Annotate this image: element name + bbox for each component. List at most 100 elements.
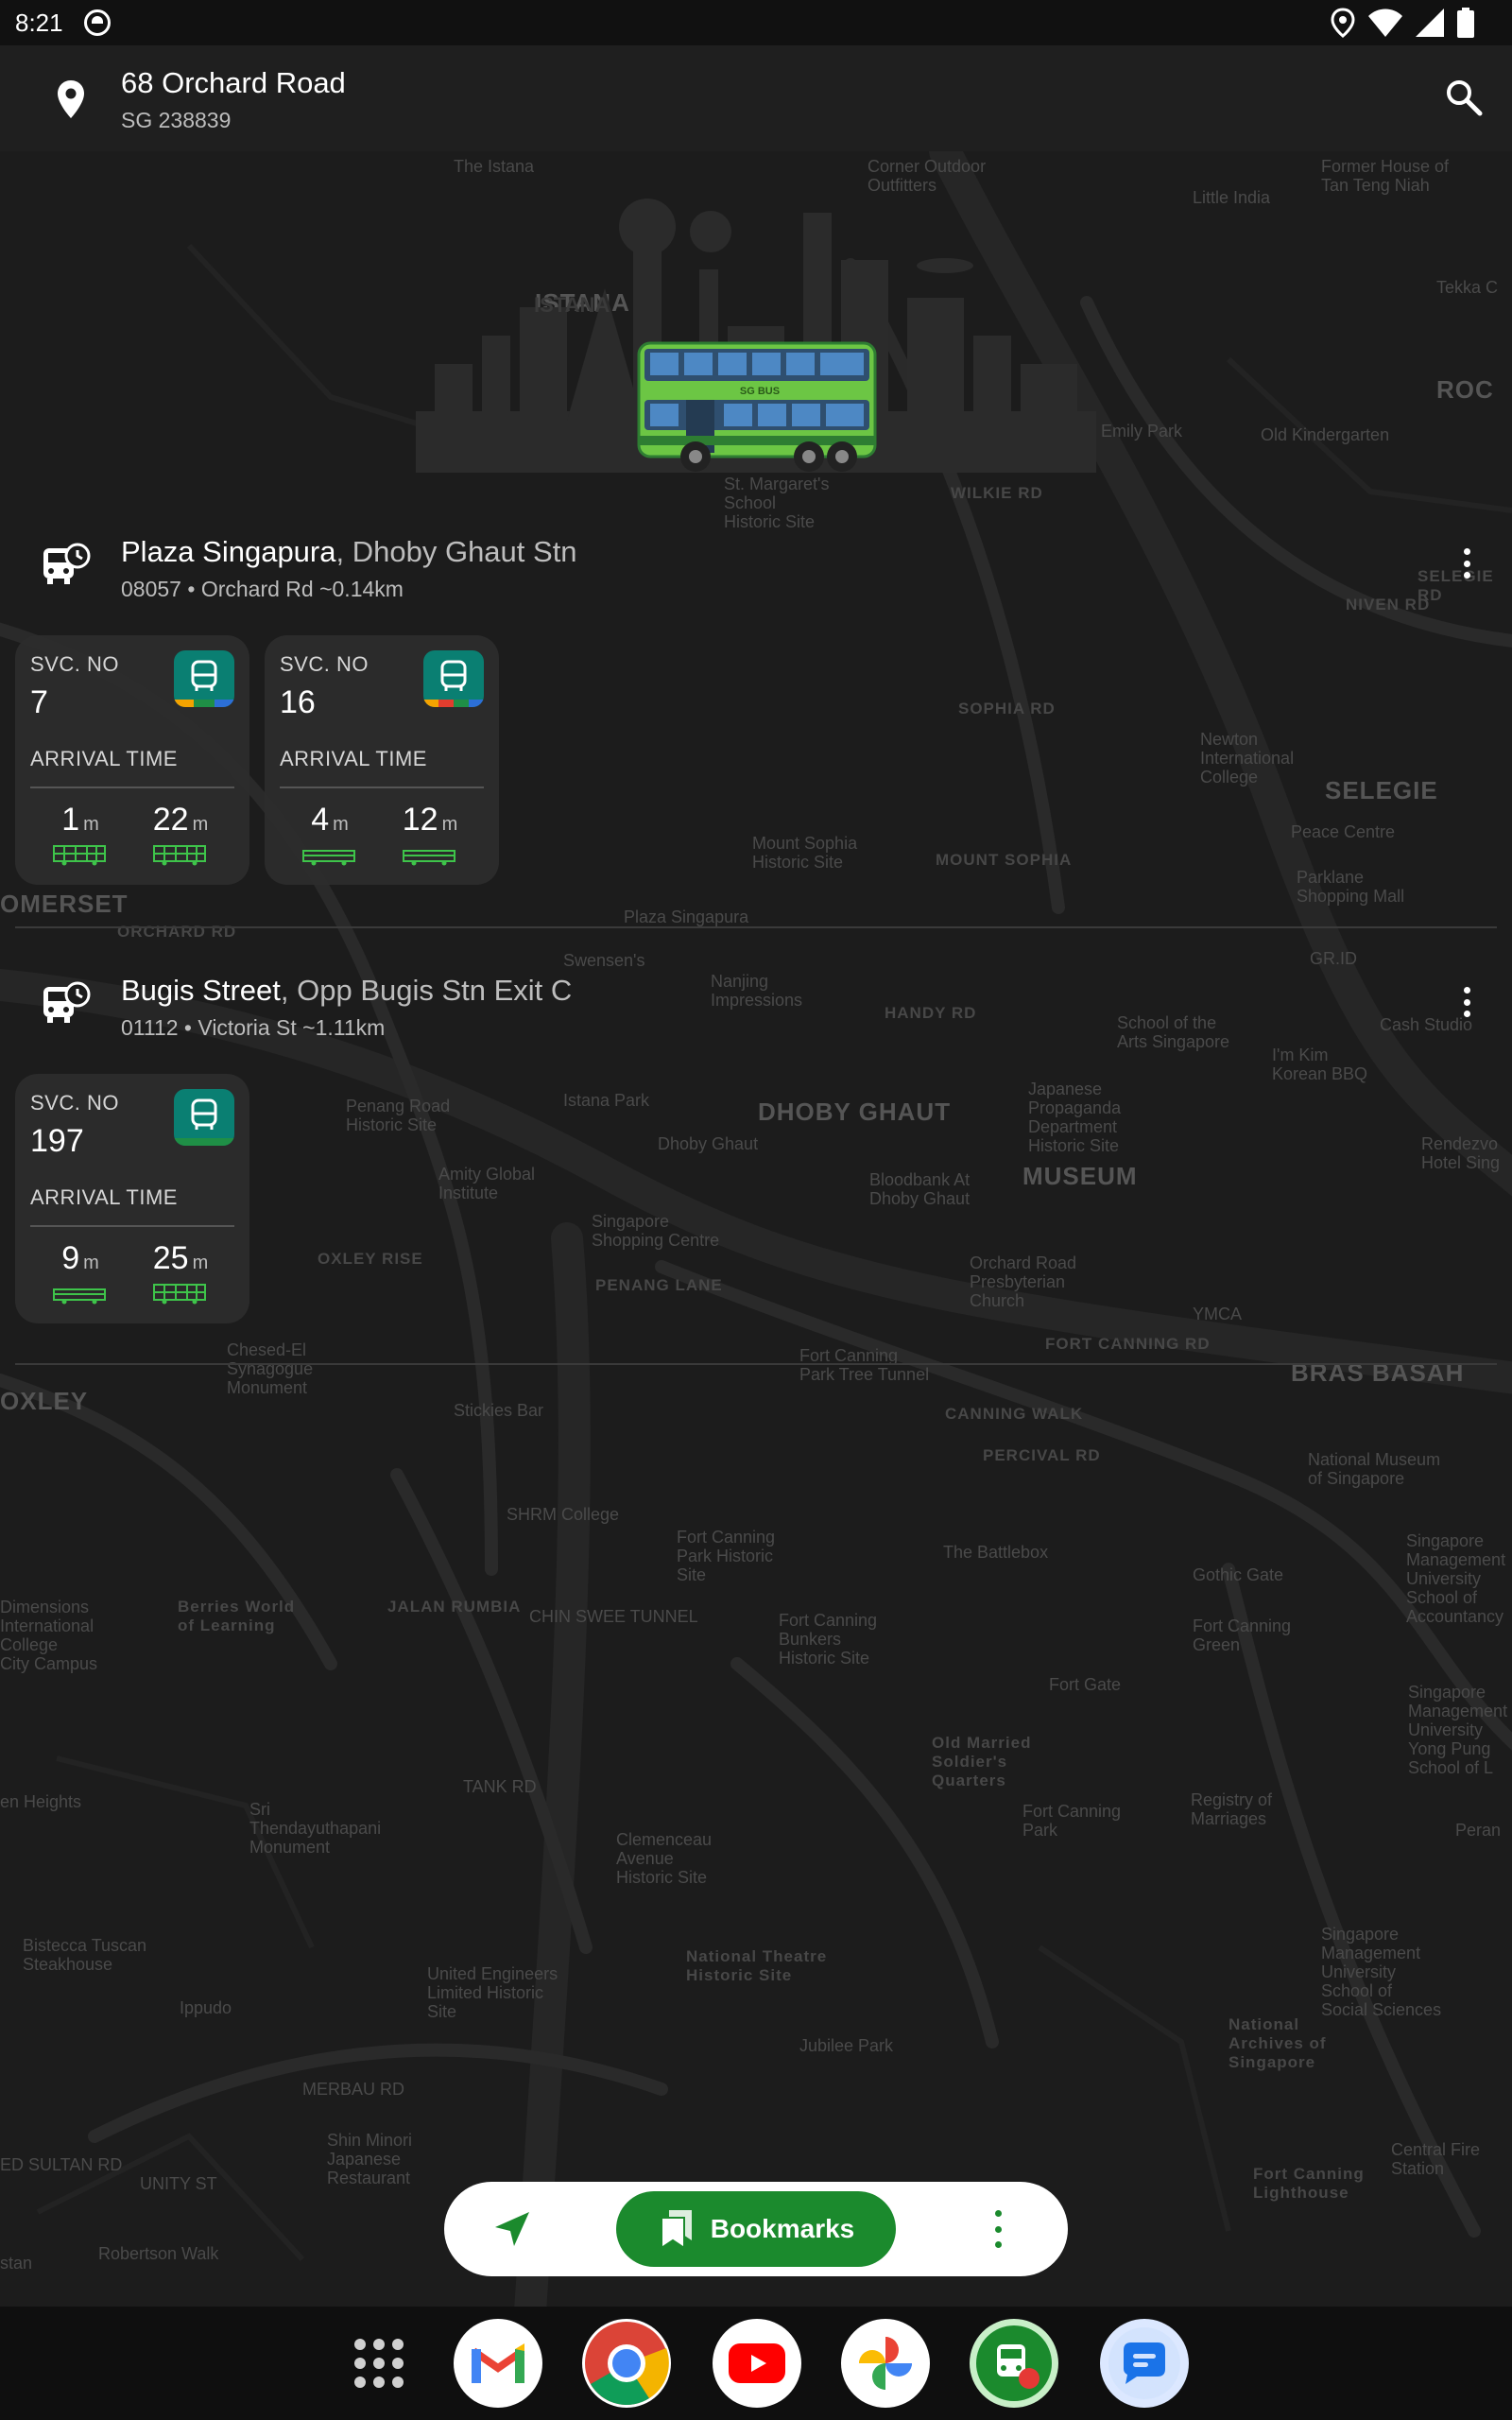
bus-stop-details-separator: •: [178, 1015, 198, 1040]
map-label: Chesed-El Synagogue Monument: [227, 1340, 314, 1397]
map-label: Mount Sophia Historic Site: [752, 834, 858, 872]
chrome-icon[interactable]: [582, 2319, 671, 2408]
svg-text:ISTANA: ISTANA: [534, 293, 610, 317]
map-label: Bloodbank At Dhoby Ghaut: [869, 1170, 971, 1208]
google-photos-icon[interactable]: [841, 2319, 930, 2408]
map-label: MOUNT SOPHIA: [936, 851, 1073, 869]
arrival-unit: m: [192, 1253, 209, 1273]
map-label: Fort Gate: [1049, 1675, 1122, 1694]
map-label: Berries World of Learning: [178, 1598, 296, 1634]
service-number: 16: [280, 684, 316, 720]
map-label: Clemenceau Avenue Historic Site: [616, 1830, 713, 1887]
map-label: CHIN SWEE TUNNEL: [529, 1607, 698, 1626]
map-label: TANK RD: [463, 1777, 537, 1796]
battery-icon: [1457, 8, 1474, 38]
map-label: SELEGIE: [1325, 776, 1438, 804]
map-label: Peace Centre: [1291, 822, 1396, 841]
bus-icon: [191, 1098, 217, 1130]
map-label: PERCIVAL RD: [983, 1446, 1101, 1464]
map-label: Peran: [1455, 1821, 1502, 1840]
map-label: Dhoby Ghaut: [658, 1134, 759, 1153]
map-label: Jubilee Park: [799, 2036, 894, 2055]
service-card[interactable]: SVC. NO 16 ARRIVAL TIME 4m 12 m: [265, 635, 499, 885]
bus-stop-distance: ~1.11km: [296, 1015, 386, 1040]
bookmarks-button[interactable]: Bookmarks: [616, 2191, 896, 2267]
arrival-next: 1m: [38, 802, 123, 868]
map-label: ORCHARD RD: [117, 923, 237, 941]
more-options-button[interactable]: [1455, 544, 1478, 582]
service-number: 7: [30, 684, 48, 720]
bottom-action-bar: Bookmarks: [444, 2182, 1068, 2276]
map-label: Fort Canning Park Historic Site: [677, 1528, 776, 1584]
bus-brand-text: SG BUS: [740, 386, 780, 397]
bus-stop-name: Plaza Singapura, Dhoby Ghaut Stn: [121, 535, 577, 569]
bus-stop-distance: ~0.14km: [313, 577, 404, 601]
map-label: National Archives of Singapore: [1228, 2015, 1327, 2071]
arrival-minutes: 12: [402, 802, 438, 838]
service-card[interactable]: SVC. NO 197 ARRIVAL TIME 9m 25 m: [15, 1074, 249, 1323]
map-label: Tekka C: [1436, 278, 1499, 297]
location-bar[interactable]: 68 Orchard Road SG 238839: [0, 45, 1512, 151]
arrival-minutes: 22: [152, 802, 189, 838]
location-pin-icon: [58, 80, 84, 118]
gmail-icon[interactable]: [454, 2319, 542, 2408]
map-label: Stickies Bar: [454, 1401, 544, 1420]
map-label: en Heights: [0, 1792, 82, 1811]
single-deck-bus-icon: [403, 850, 455, 866]
map-label: ROC: [1436, 375, 1494, 404]
arrival-unit: m: [333, 814, 349, 835]
map-label: The Istana: [454, 157, 535, 176]
map-label: Sri Thendayuthapani Monument: [249, 1800, 382, 1857]
bus-operator-badge: [423, 650, 484, 707]
map-label: Registry of Marriages: [1191, 1790, 1273, 1828]
map-label: FORT CANNING RD: [1045, 1335, 1211, 1353]
overflow-menu-button[interactable]: [990, 2210, 1005, 2248]
location-status-icon: [1331, 8, 1355, 38]
map-label: PENANG LANE: [595, 1276, 723, 1294]
arrival-subsequent: 25 m: [138, 1240, 223, 1306]
bus-stop-header[interactable]: Bugis Street, Opp Bugis Stn Exit C 01112…: [0, 964, 1512, 1040]
sg-bus-app-icon[interactable]: [970, 2319, 1058, 2408]
app-drawer-icon[interactable]: [335, 2319, 423, 2408]
map-label: stan: [0, 2254, 33, 2273]
map-label: OXLEY RISE: [318, 1250, 423, 1268]
map-label: St. Margaret's School Historic Site: [724, 475, 830, 531]
map-label: Istana Park: [563, 1091, 650, 1110]
bus-stop-code: 08057: [121, 577, 181, 601]
map-label: Central Fire Station: [1391, 2140, 1481, 2178]
arrival-subsequent: 22 m: [138, 802, 223, 868]
map-label: Singapore Shopping Centre: [592, 1212, 720, 1250]
map-label: UNITY ST: [140, 2174, 217, 2193]
card-divider: [30, 786, 234, 788]
bus-icon: [191, 660, 217, 691]
youtube-icon[interactable]: [713, 2319, 801, 2408]
map-label: Plaza Singapura: [624, 908, 749, 926]
bus-stop-clock-icon: [43, 543, 91, 584]
map-label: The Battlebox: [943, 1543, 1049, 1562]
messages-icon[interactable]: [1100, 2319, 1189, 2408]
search-icon[interactable]: [1444, 78, 1484, 117]
navigate-arrow-icon[interactable]: [491, 2208, 533, 2250]
location-address: 68 Orchard Road: [121, 66, 346, 99]
map-label: OXLEY: [0, 1387, 89, 1415]
bus-stop-details: 08057 • Orchard Rd ~0.14km: [121, 577, 404, 602]
bus-stop-title: Bugis Street: [121, 974, 281, 1007]
service-card[interactable]: SVC. NO 7 ARRIVAL TIME 1m 22 m: [15, 635, 249, 885]
bus-stop-header[interactable]: Plaza Singapura, Dhoby Ghaut Stn 08057 •…: [0, 526, 1512, 601]
arrival-unit: m: [441, 814, 458, 835]
bus-stop-area: Opp Bugis Stn Exit C: [297, 974, 573, 1007]
notification-icon: [83, 9, 111, 36]
more-options-button[interactable]: [1455, 983, 1478, 1021]
map-label: Singapore Management University Yong Pun…: [1408, 1683, 1508, 1777]
arrival-next: 4m: [287, 802, 372, 868]
arrival-unit: m: [83, 1253, 99, 1273]
bus-stop-road: Victoria St: [198, 1015, 297, 1040]
wifi-icon: [1368, 9, 1402, 37]
city-bus-illustration: ISTANA SG BUS: [416, 175, 1096, 473]
map-label: YMCA: [1193, 1305, 1243, 1323]
map-label: Old Married Soldier's Quarters: [932, 1734, 1032, 1789]
map-label: Amity Global Institute: [438, 1165, 536, 1202]
bus-stop-code: 01112: [121, 1015, 179, 1040]
double-decker-bus-icon: [153, 845, 206, 866]
bookmarks-label: Bookmarks: [710, 2214, 855, 2243]
